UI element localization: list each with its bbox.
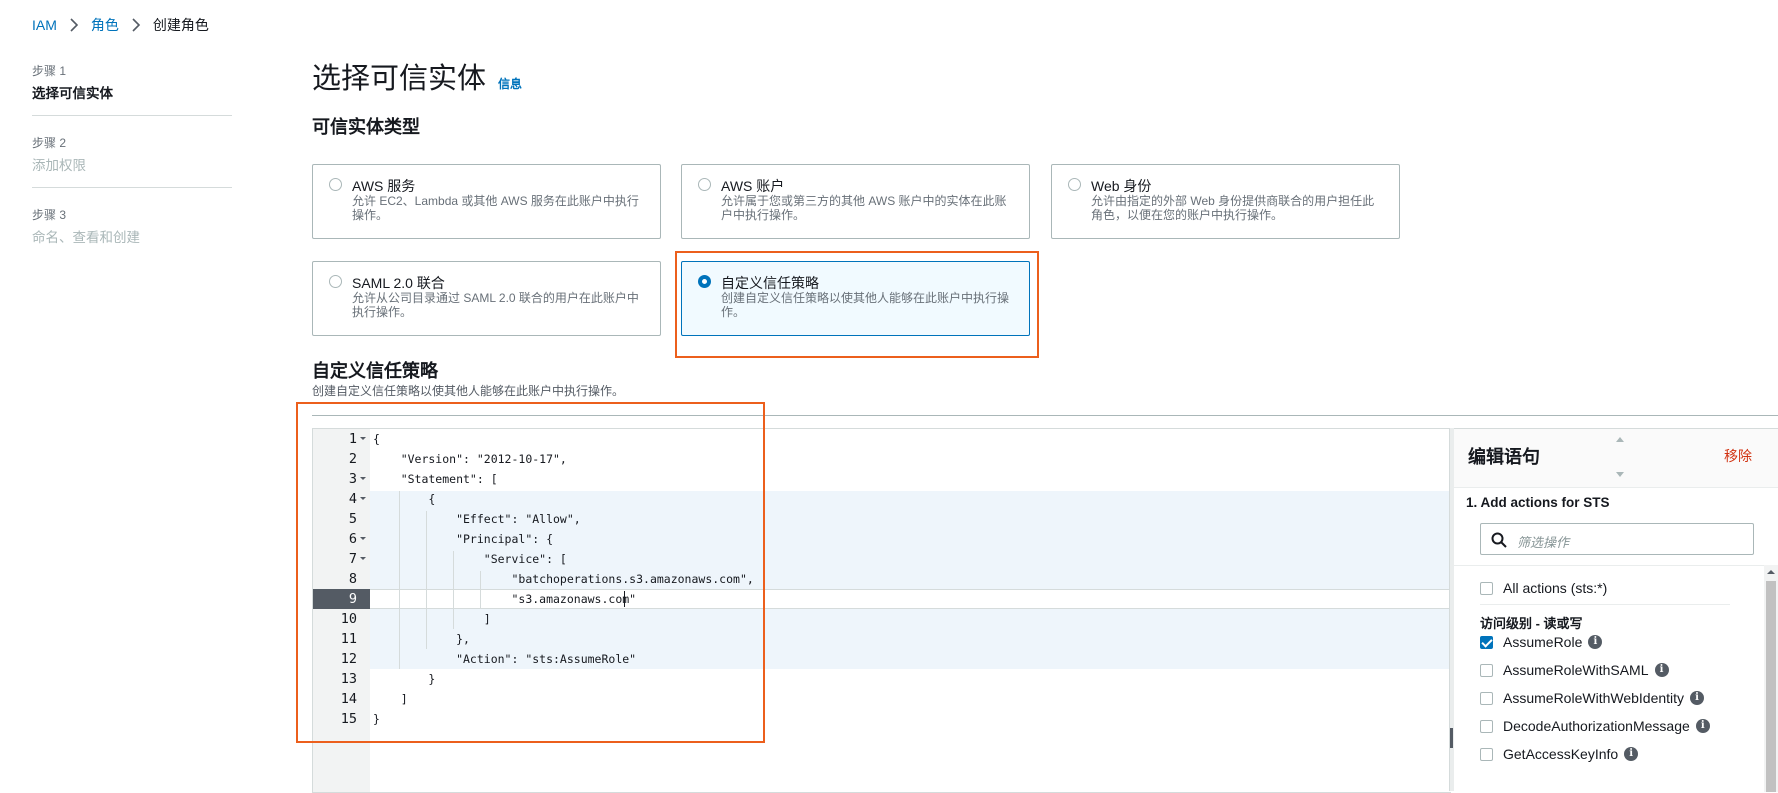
tile-title: AWS 账户 [721, 178, 785, 194]
info-icon[interactable]: i [1624, 747, 1639, 761]
action-label: AssumeRoleWithSAML [1503, 662, 1649, 678]
tile-description: 允许属于您或第三方的其他 AWS 账户中的实体在此账户中执行操作。 [721, 194, 1007, 222]
breadcrumb: IAM 角色 创建角色 [32, 15, 209, 35]
scrollbar[interactable] [1764, 565, 1778, 792]
tile-web-identity[interactable]: Web 身份 允许由指定的外部 Web 身份提供商联合的用户担任此角色，以便在您… [1051, 164, 1400, 239]
checkbox[interactable] [1480, 691, 1493, 705]
action-row-assumerole[interactable]: AssumeRole i [1480, 634, 1603, 650]
checkbox[interactable] [1480, 747, 1493, 761]
radio-button[interactable] [1068, 178, 1081, 191]
annotation-highlight-box [296, 402, 765, 743]
action-label: AssumeRole [1503, 634, 1583, 650]
step-divider [32, 115, 232, 116]
step-number: 步骤 1 [32, 64, 67, 78]
step-number: 步骤 3 [32, 208, 67, 222]
wizard-step-1[interactable]: 步骤 1 选择可信实体 [32, 62, 113, 102]
search-placeholder: 筛选操作 [1517, 535, 1570, 550]
action-row-decodeauthorizationmessage[interactable]: DecodeAuthorizationMessage i [1480, 718, 1710, 734]
wizard-step-3: 步骤 3 命名、查看和创建 [32, 206, 140, 246]
info-link[interactable]: 信息 [498, 75, 522, 92]
annotation-highlight-box [675, 251, 1039, 358]
chevron-right-icon [70, 18, 79, 32]
radio-button[interactable] [698, 178, 711, 191]
info-icon[interactable]: i [1654, 663, 1669, 677]
step-label: 添加权限 [32, 158, 86, 173]
page-title: 选择可信实体 [312, 63, 487, 95]
tile-saml-federation[interactable]: SAML 2.0 联合 允许从公司目录通过 SAML 2.0 联合的用户在此账户… [312, 261, 661, 336]
tile-title: Web 身份 [1091, 178, 1152, 194]
tile-title: SAML 2.0 联合 [352, 275, 445, 291]
action-row-assumerolewithsaml[interactable]: AssumeRoleWithSAML i [1480, 662, 1669, 678]
tile-description: 允许 EC2、Lambda 或其他 AWS 服务在此账户中执行操作。 [352, 194, 639, 222]
edit-statement-panel: 编辑语句 移除 1. Add actions for STS 筛选操作 All … [1454, 428, 1778, 792]
chevron-right-icon [132, 18, 141, 32]
filter-actions-input[interactable]: 筛选操作 [1480, 523, 1754, 555]
step-label: 命名、查看和创建 [32, 230, 140, 245]
custom-policy-description: 创建自定义信任策略以使其他人能够在此账户中执行操作。 [312, 384, 625, 398]
tile-aws-account[interactable]: AWS 账户 允许属于您或第三方的其他 AWS 账户中的实体在此账户中执行操作。 [681, 164, 1030, 239]
mini-scrollbar-icon[interactable] [1612, 435, 1628, 479]
checkbox[interactable] [1480, 719, 1493, 733]
radio-button[interactable] [329, 178, 342, 191]
tile-title: AWS 服务 [352, 178, 416, 194]
action-row-assumerolewithwebidentity[interactable]: AssumeRoleWithWebIdentity i [1480, 690, 1705, 706]
info-icon[interactable]: i [1690, 691, 1705, 705]
breadcrumb-create-role: 创建角色 [152, 17, 209, 33]
info-icon[interactable]: i [1695, 719, 1710, 733]
tile-aws-service[interactable]: AWS 服务 允许 EC2、Lambda 或其他 AWS 服务在此账户中执行操作… [312, 164, 661, 239]
custom-policy-title: 自定义信任策略 [312, 361, 438, 381]
action-label: DecodeAuthorizationMessage [1503, 718, 1690, 734]
radio-button[interactable] [329, 275, 342, 288]
action-label: AssumeRoleWithWebIdentity [1503, 690, 1685, 706]
tile-description: 允许由指定的外部 Web 身份提供商联合的用户担任此角色，以便在您的账户中执行操… [1091, 194, 1375, 222]
divider [1480, 604, 1730, 605]
page-title-row: 选择可信实体 信息 [312, 55, 522, 97]
search-icon [1491, 532, 1507, 548]
checkbox[interactable] [1480, 663, 1493, 677]
info-icon[interactable]: i [1588, 635, 1603, 649]
wizard-step-2: 步骤 2 添加权限 [32, 134, 86, 174]
access-level-group-label: 访问级别 - 读或写 [1480, 616, 1583, 631]
panel-header: 编辑语句 移除 [1454, 429, 1778, 488]
step-divider [32, 187, 232, 188]
all-actions-checkbox-row[interactable]: All actions (sts:*) [1480, 580, 1607, 596]
action-label: All actions (sts:*) [1503, 580, 1608, 596]
section-title: 可信实体类型 [312, 117, 420, 137]
actions-list: All actions (sts:*) 访问级别 - 读或写 AssumeRol… [1454, 565, 1778, 793]
action-row-getaccesskeyinfo[interactable]: GetAccessKeyInfo i [1480, 746, 1639, 762]
checkbox[interactable] [1480, 581, 1493, 595]
tile-description: 允许从公司目录通过 SAML 2.0 联合的用户在此账户中执行操作。 [352, 291, 639, 319]
panel-title: 编辑语句 [1468, 447, 1540, 467]
breadcrumb-iam[interactable]: IAM [32, 17, 57, 33]
checkbox[interactable] [1480, 635, 1493, 649]
step-number: 步骤 2 [32, 136, 67, 150]
breadcrumb-roles[interactable]: 角色 [91, 15, 119, 35]
actions-step-heading: 1. Add actions for STS [1466, 495, 1610, 510]
scrollbar-thumb[interactable] [1766, 581, 1776, 792]
action-label: GetAccessKeyInfo [1503, 746, 1619, 762]
step-label: 选择可信实体 [32, 86, 113, 101]
remove-statement-button[interactable]: 移除 [1724, 446, 1752, 466]
scroll-up-icon[interactable] [1764, 565, 1778, 579]
resize-grip[interactable] [1450, 728, 1453, 748]
